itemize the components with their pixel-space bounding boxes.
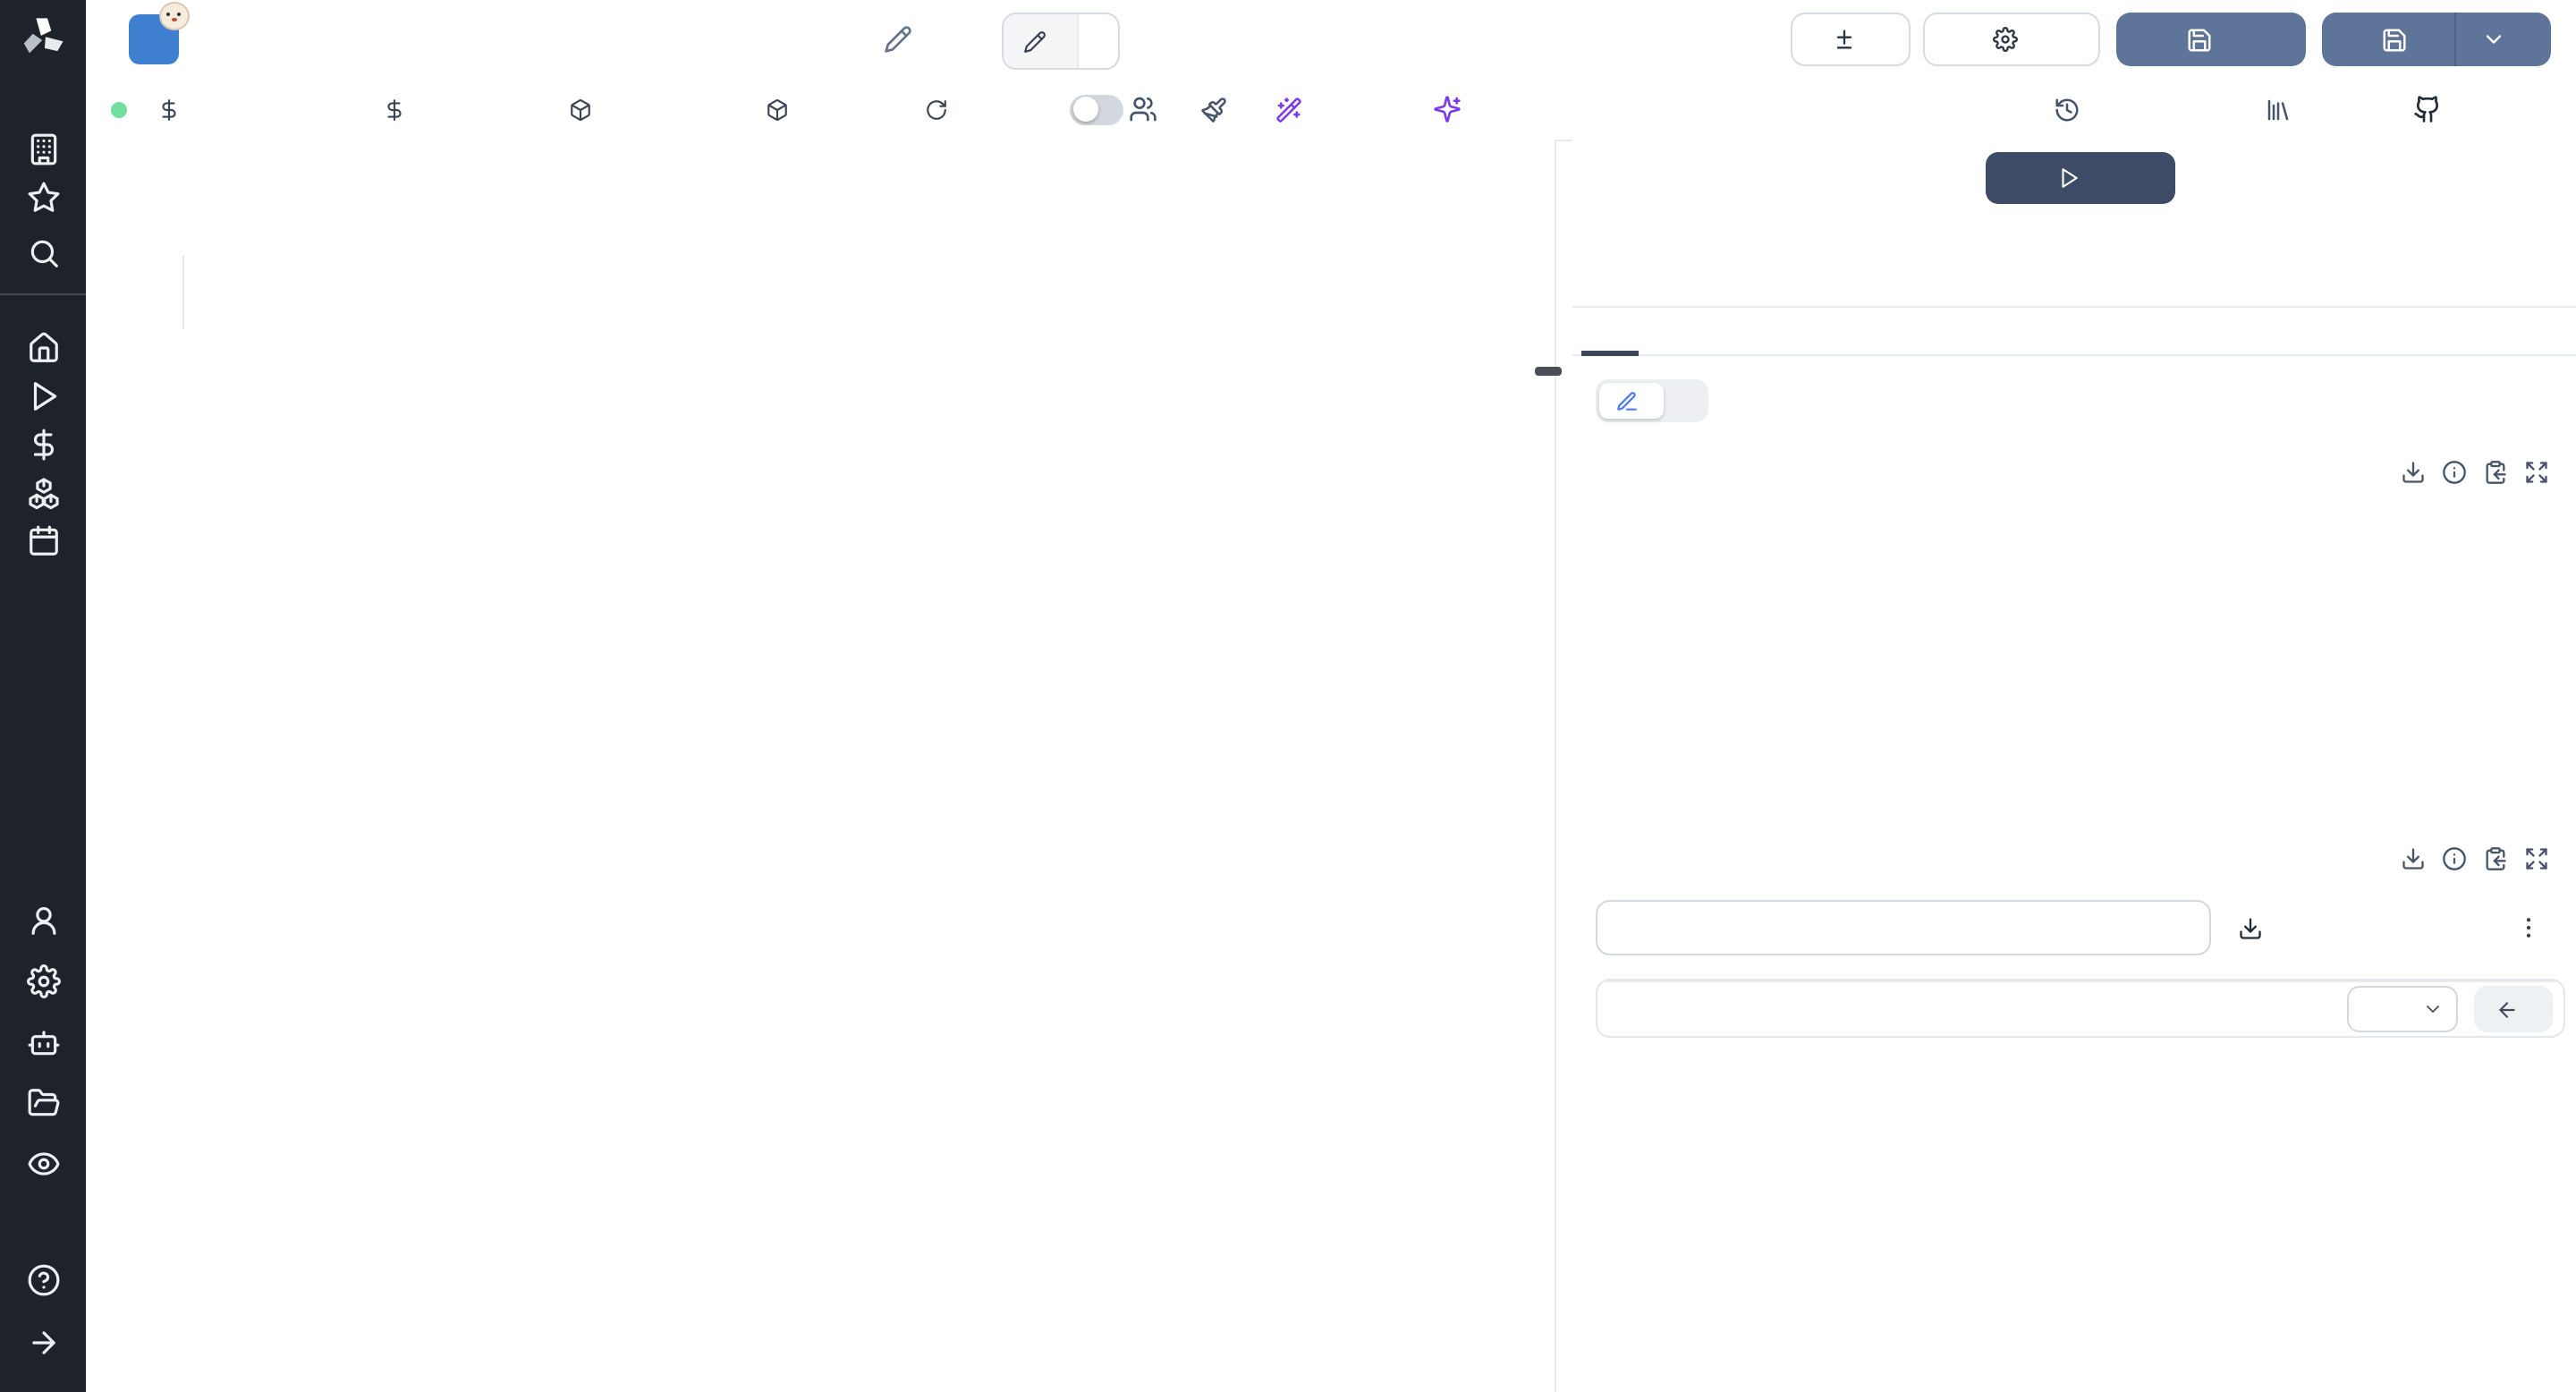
add-resource-button[interactable]: [569, 79, 603, 140]
folders-icon[interactable]: [0, 1086, 86, 1120]
page-size-select[interactable]: [2347, 986, 2458, 1032]
result-view-segmented-control: [1596, 379, 1708, 422]
diff-button[interactable]: [1791, 13, 1911, 66]
sidebar-divider: [0, 293, 86, 295]
download-icon[interactable]: [2401, 846, 2426, 871]
reset-button[interactable]: [925, 79, 959, 140]
ai-gen-button[interactable]: [1275, 79, 1313, 140]
table-search-input[interactable]: [1596, 900, 2211, 955]
rotate-icon: [927, 99, 946, 119]
run-result-panel: [1572, 140, 2576, 1392]
save-icon: [2382, 28, 2405, 51]
copy-to-clipboard-icon[interactable]: [2483, 846, 2508, 871]
copy-to-clipboard-icon[interactable]: [2483, 460, 2508, 485]
multiplayer-toggle[interactable]: [1070, 79, 1123, 140]
save-icon: [2187, 28, 2210, 51]
tab-history[interactable]: [1639, 308, 1696, 354]
pane-divider: [1555, 140, 1556, 1392]
pretty-toggle[interactable]: [1599, 383, 1664, 419]
toggle-switch[interactable]: [1070, 94, 1123, 124]
settings-button[interactable]: [1923, 13, 2100, 66]
settings-gear-icon[interactable]: [0, 964, 86, 998]
favorites-star-icon[interactable]: [0, 181, 86, 215]
dollar-icon: [162, 98, 176, 120]
test-button[interactable]: [1986, 152, 2175, 204]
code-editor[interactable]: [86, 140, 1555, 1392]
chevron-down-icon: [2485, 35, 2501, 44]
windmill-script-editor: [0, 0, 2576, 1392]
history-clock-icon: [2055, 98, 2079, 121]
use-vscode-button[interactable]: [2413, 79, 2453, 140]
splitter-drag-handle[interactable]: [1535, 367, 1562, 376]
audit-eye-icon[interactable]: [0, 1147, 86, 1181]
download-icon: [2240, 917, 2261, 938]
editor-toolbar: [86, 79, 2576, 141]
download-icon[interactable]: [2401, 460, 2426, 485]
bun-face-emoji: [159, 2, 190, 30]
indent-guide: [182, 256, 184, 329]
table-menu-kebab-icon[interactable]: [2515, 900, 2542, 955]
diff-icon: [1836, 30, 1852, 49]
runs-play-icon[interactable]: [0, 379, 86, 413]
workspace-building-icon[interactable]: [0, 132, 86, 166]
tab-logs-result[interactable]: [1581, 308, 1639, 356]
library-button[interactable]: [2265, 79, 2302, 140]
sparkles-icon[interactable]: [1433, 79, 1462, 140]
deploy-main[interactable]: [2355, 13, 2441, 66]
dollar-icon: [387, 98, 402, 120]
search-icon[interactable]: [0, 236, 86, 270]
pen-icon: [1617, 391, 1637, 410]
previous-page-button[interactable]: [2474, 986, 2553, 1032]
chevron-down-icon: [2427, 1006, 2439, 1013]
info-icon[interactable]: [2442, 460, 2467, 485]
workers-robot-icon[interactable]: [0, 1025, 86, 1059]
library-icon: [2267, 98, 2289, 120]
result-table: [1596, 979, 2565, 1038]
json-toggle[interactable]: [1664, 383, 1705, 419]
download-csv-button[interactable]: [2238, 900, 2275, 955]
result-tabs: [1572, 306, 2576, 356]
history-button[interactable]: [2054, 79, 2091, 140]
expand-icon[interactable]: [2524, 846, 2549, 871]
variables-dollar-icon[interactable]: [0, 428, 86, 462]
package-icon: [571, 98, 590, 120]
table-actions: [2401, 846, 2549, 871]
path-label-section[interactable]: [1004, 14, 1079, 68]
expand-sidebar-arrow-icon[interactable]: [0, 1326, 86, 1360]
info-icon[interactable]: [2442, 846, 2467, 871]
deploy-button[interactable]: [2322, 13, 2551, 66]
path-value[interactable]: [1079, 14, 1118, 68]
gear-icon: [1993, 27, 2018, 52]
deploy-dropdown-caret[interactable]: [2468, 13, 2518, 66]
windmill-logo[interactable]: [0, 14, 86, 61]
edit-summary-pencil-icon[interactable]: [884, 25, 912, 54]
draft-button[interactable]: [2116, 13, 2306, 66]
app-sidebar: [0, 0, 86, 1392]
format-paintbrush-icon[interactable]: [1200, 79, 1227, 140]
add-context-var-button[interactable]: [157, 79, 191, 140]
schedules-calendar-icon[interactable]: [0, 524, 86, 558]
github-icon: [2414, 96, 2439, 123]
result-actions: [2401, 460, 2549, 485]
play-icon: [2061, 168, 2077, 188]
status-dot: [111, 102, 127, 118]
arrow-left-icon: [2499, 1001, 2515, 1017]
wand-sparkles-icon: [1276, 97, 1301, 122]
top-header: [86, 0, 2576, 81]
resources-boxes-icon[interactable]: [0, 476, 86, 510]
table-footer: [1597, 980, 2563, 1036]
home-icon[interactable]: [0, 331, 86, 365]
package-icon: [767, 98, 787, 120]
help-icon[interactable]: [0, 1263, 86, 1297]
deploy-divider: [2453, 13, 2455, 66]
collaborators-users-icon[interactable]: [1129, 79, 1157, 140]
add-variable-button[interactable]: [383, 79, 417, 140]
add-type-button[interactable]: [766, 79, 800, 140]
user-icon[interactable]: [0, 904, 86, 938]
pencil-icon: [1024, 30, 1046, 52]
expand-icon[interactable]: [2524, 460, 2549, 485]
path-field[interactable]: [1002, 13, 1120, 70]
